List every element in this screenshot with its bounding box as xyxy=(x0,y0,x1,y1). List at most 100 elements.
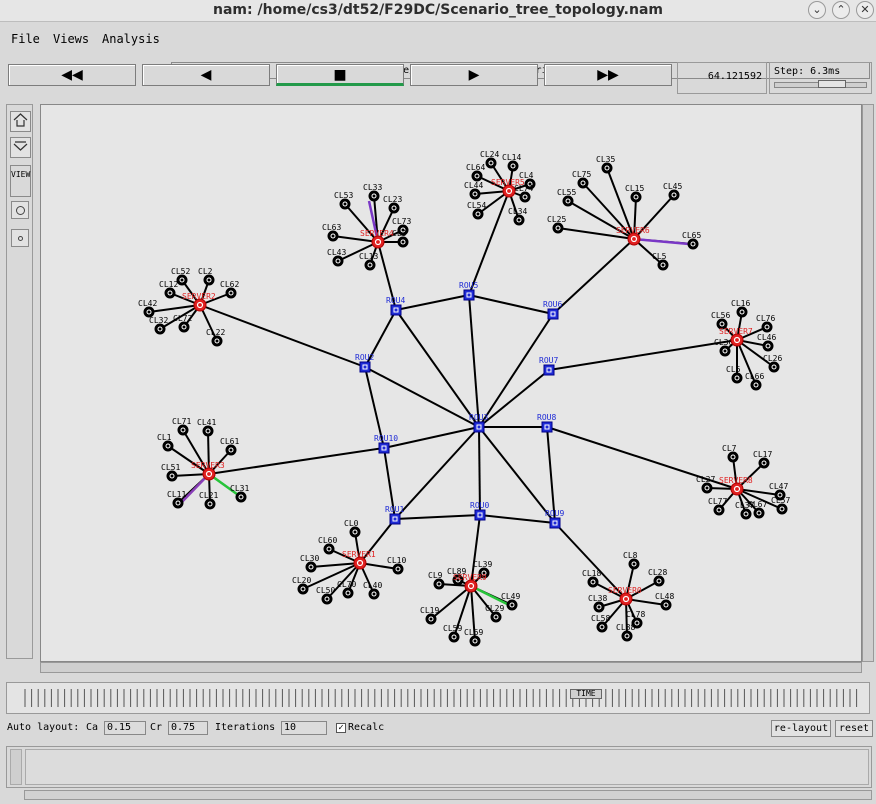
client-node[interactable]: CL26 xyxy=(763,354,782,373)
client-node[interactable]: CL20 xyxy=(292,576,311,595)
bottom-scrollbar[interactable] xyxy=(24,790,872,800)
server-node[interactable]: SERVER3 xyxy=(191,461,225,481)
menu-analysis[interactable]: Analysis xyxy=(102,32,160,46)
client-node[interactable]: CL69 xyxy=(464,628,483,647)
client-node[interactable]: CL30 xyxy=(300,554,319,573)
client-label: CL28 xyxy=(648,568,667,577)
client-node[interactable]: CL8 xyxy=(623,551,640,570)
client-node[interactable]: CL40 xyxy=(363,581,382,600)
client-node[interactable]: CL17 xyxy=(753,450,772,469)
server-label: SERVER5 xyxy=(491,178,525,187)
client-node[interactable]: CL28 xyxy=(648,568,667,587)
client-node[interactable]: CL45 xyxy=(663,182,682,201)
router-node[interactable]: ROU6 xyxy=(543,300,562,320)
client-node[interactable]: CL42 xyxy=(138,299,157,318)
relayout-button[interactable]: re-layout xyxy=(771,720,831,737)
step-slider-handle[interactable] xyxy=(818,80,846,88)
router-node[interactable]: ROU9 xyxy=(545,509,564,529)
client-node[interactable]: CL66 xyxy=(745,372,764,391)
client-node[interactable]: CL14 xyxy=(502,153,521,172)
client-node[interactable]: CL71 xyxy=(172,417,191,436)
reset-button[interactable]: reset xyxy=(835,720,873,737)
client-node[interactable]: CL46 xyxy=(757,333,776,352)
client-node[interactable]: CL34 xyxy=(508,207,527,226)
timeline-bar[interactable]: TIME xyxy=(6,682,870,714)
client-label: CL5 xyxy=(652,252,667,261)
client-node[interactable]: CL88 xyxy=(616,623,635,642)
menu-file[interactable]: File xyxy=(11,32,40,46)
client-node[interactable]: CL35 xyxy=(596,155,615,174)
client-node[interactable]: CL5 xyxy=(652,252,669,271)
client-node[interactable]: CL50 xyxy=(316,586,335,605)
close-icon[interactable]: ✕ xyxy=(856,1,874,19)
client-node[interactable]: CL27 xyxy=(696,475,715,494)
client-node[interactable]: CL43 xyxy=(327,248,346,267)
stop-button[interactable]: ■ xyxy=(276,64,404,86)
client-node[interactable]: CL1 xyxy=(157,433,174,452)
annotation-list[interactable] xyxy=(25,749,869,785)
client-node[interactable]: CL16 xyxy=(731,299,750,318)
client-node[interactable]: CL75 xyxy=(572,170,591,189)
client-node[interactable]: CL25 xyxy=(547,215,566,234)
client-node[interactable]: CL21 xyxy=(199,491,218,510)
play-button[interactable]: ▶ xyxy=(410,64,538,86)
client-node[interactable]: CL63 xyxy=(322,223,341,242)
server-node[interactable]: SERVER4 xyxy=(360,229,394,249)
minimize-icon[interactable]: ⌄ xyxy=(808,1,826,19)
network-canvas[interactable]: CL0 CL60 CL30 CL20 CL50 CL70 CL40 CL10 SERVER1 CL… xyxy=(40,104,862,662)
menu-views[interactable]: Views xyxy=(53,32,89,46)
iterations-input[interactable]: 10 xyxy=(281,721,327,735)
client-node[interactable]: CL3 xyxy=(392,229,409,248)
client-node[interactable]: CL33 xyxy=(363,183,382,202)
rewind-button[interactable]: ◀◀ xyxy=(8,64,136,86)
client-node[interactable]: CL22 xyxy=(206,328,225,347)
client-node[interactable]: CL51 xyxy=(161,463,180,482)
router-node[interactable]: ROU0 xyxy=(470,501,489,521)
client-node[interactable]: CL59 xyxy=(443,624,462,643)
circle-small-icon[interactable] xyxy=(11,229,29,247)
router-node[interactable]: ROU4 xyxy=(386,296,405,316)
client-node[interactable]: CL29 xyxy=(485,604,504,623)
ca-input[interactable]: 0.15 xyxy=(104,721,146,735)
client-node[interactable]: CL31 xyxy=(230,484,249,503)
client-node[interactable]: CL6 xyxy=(726,365,743,384)
zoom-out-icon[interactable] xyxy=(10,137,31,158)
client-node[interactable]: CL15 xyxy=(625,184,644,203)
router-node[interactable]: ROU10 xyxy=(374,434,398,454)
server-node[interactable]: SERVER6 xyxy=(616,226,650,246)
circle-large-icon[interactable] xyxy=(11,201,29,219)
client-node[interactable]: CL77 xyxy=(708,497,727,516)
step-back-button[interactable]: ◀ xyxy=(142,64,270,86)
client-node[interactable]: CL65 xyxy=(682,231,701,250)
cr-input[interactable]: 0.75 xyxy=(168,721,208,735)
router-node[interactable]: ROU7 xyxy=(539,356,558,376)
annotation-scrollbar[interactable] xyxy=(10,749,22,785)
client-node[interactable]: CL9 xyxy=(428,571,445,590)
client-node[interactable]: CL13 xyxy=(359,252,378,271)
client-node[interactable]: CL10 xyxy=(387,556,406,575)
time-marker[interactable]: TIME xyxy=(570,689,602,699)
client-node[interactable]: CL72 xyxy=(173,314,192,333)
client-node[interactable]: CL70 xyxy=(337,580,356,599)
client-node[interactable]: CL0 xyxy=(344,519,361,538)
router-node[interactable]: ROU1 xyxy=(385,505,404,525)
recalc-checkbox[interactable]: ✓ xyxy=(336,723,346,733)
fast-forward-button[interactable]: ▶▶ xyxy=(544,64,672,86)
client-node[interactable]: CL44 xyxy=(464,181,483,200)
client-node[interactable]: CL2 xyxy=(198,267,215,286)
client-node[interactable]: CL53 xyxy=(334,191,353,210)
server-node[interactable]: SERVER1 xyxy=(342,550,376,570)
client-node[interactable]: CL61 xyxy=(220,437,239,456)
client-node[interactable]: CL23 xyxy=(383,195,402,214)
client-node[interactable]: CL7 xyxy=(722,444,739,463)
client-node[interactable]: CL58 xyxy=(591,614,610,633)
router-node[interactable]: ROU2 xyxy=(355,353,374,373)
client-node[interactable]: CL38 xyxy=(588,594,607,613)
maximize-icon[interactable]: ⌃ xyxy=(832,1,850,19)
client-node[interactable]: CL41 xyxy=(197,418,216,437)
horizontal-scrollbar[interactable] xyxy=(40,662,862,673)
zoom-in-icon[interactable] xyxy=(10,111,31,132)
client-node[interactable]: CL48 xyxy=(655,592,674,611)
vertical-scrollbar[interactable] xyxy=(862,104,874,662)
client-node[interactable]: CL76 xyxy=(756,314,775,333)
